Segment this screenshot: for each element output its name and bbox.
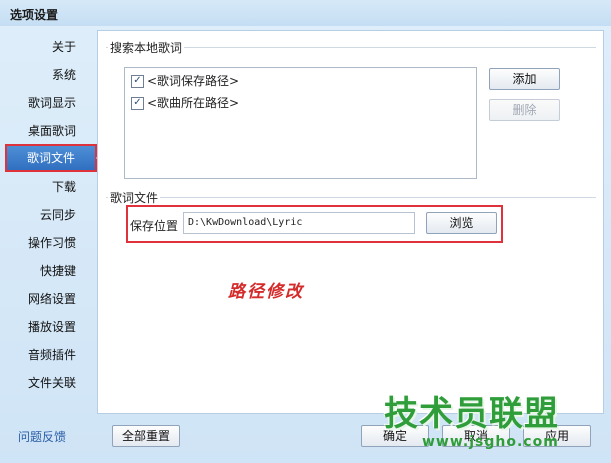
sidebar-item-lyric-file[interactable]: 歌词文件 xyxy=(5,144,104,172)
lyric-file-section-title: 歌词文件 xyxy=(108,189,161,206)
window-title: 选项设置 xyxy=(10,8,59,22)
sidebar-item-about[interactable]: 关于 xyxy=(52,37,76,57)
browse-button[interactable]: 浏览 xyxy=(426,212,497,234)
annotation-text: 路径修改 xyxy=(228,282,304,302)
list-item[interactable]: ✓ <歌词保存路径> xyxy=(131,72,239,90)
sidebar-item-download[interactable]: 下载 xyxy=(52,177,76,197)
sidebar-item-habits[interactable]: 操作习惯 xyxy=(28,233,76,253)
title-bar: 选项设置 xyxy=(0,0,611,26)
list-item[interactable]: ✓ <歌曲所在路径> xyxy=(131,94,239,112)
sidebar-item-playback[interactable]: 播放设置 xyxy=(28,317,76,337)
sidebar-item-lyric-display[interactable]: 歌词显示 xyxy=(28,93,76,113)
watermark-url: www.jsgho.com xyxy=(422,434,559,450)
sidebar-item-system[interactable]: 系统 xyxy=(52,65,76,85)
settings-panel: 搜索本地歌词 ✓ <歌词保存路径> ✓ <歌曲所在路径> 添加 删除 歌词文件 … xyxy=(97,30,604,414)
sidebar: 关于 系统 歌词显示 桌面歌词 歌词文件 下载 云同步 操作习惯 快捷键 网络设… xyxy=(0,30,104,430)
add-button[interactable]: 添加 xyxy=(489,68,560,90)
sidebar-item-cloud-sync[interactable]: 云同步 xyxy=(40,205,76,225)
sidebar-item-network[interactable]: 网络设置 xyxy=(28,289,76,309)
reset-all-button[interactable]: 全部重置 xyxy=(112,425,180,447)
watermark-text: 技术员联盟 xyxy=(384,394,559,434)
sidebar-item-hotkeys[interactable]: 快捷键 xyxy=(40,261,76,281)
sidebar-item-file-assoc[interactable]: 文件关联 xyxy=(28,373,76,393)
path-label: <歌词保存路径> xyxy=(147,74,240,88)
check-icon[interactable]: ✓ xyxy=(131,74,144,88)
section-divider xyxy=(106,197,596,198)
search-section-title: 搜索本地歌词 xyxy=(108,39,185,56)
feedback-link[interactable]: 问题反馈 xyxy=(18,428,66,445)
path-label: <歌曲所在路径> xyxy=(147,96,240,110)
watermark-logo: 技术员联盟 www.jsgho.com xyxy=(384,386,606,462)
sidebar-item-audio-plugin[interactable]: 音频插件 xyxy=(28,345,76,365)
sidebar-item-desktop-lyric[interactable]: 桌面歌词 xyxy=(28,121,76,141)
check-icon[interactable]: ✓ xyxy=(131,96,144,110)
save-location-label: 保存位置 xyxy=(130,219,179,233)
save-path-input[interactable]: D:\KwDownload\Lyric xyxy=(183,212,415,234)
lyric-path-list[interactable]: ✓ <歌词保存路径> ✓ <歌曲所在路径> xyxy=(124,67,477,179)
delete-button[interactable]: 删除 xyxy=(489,99,560,121)
